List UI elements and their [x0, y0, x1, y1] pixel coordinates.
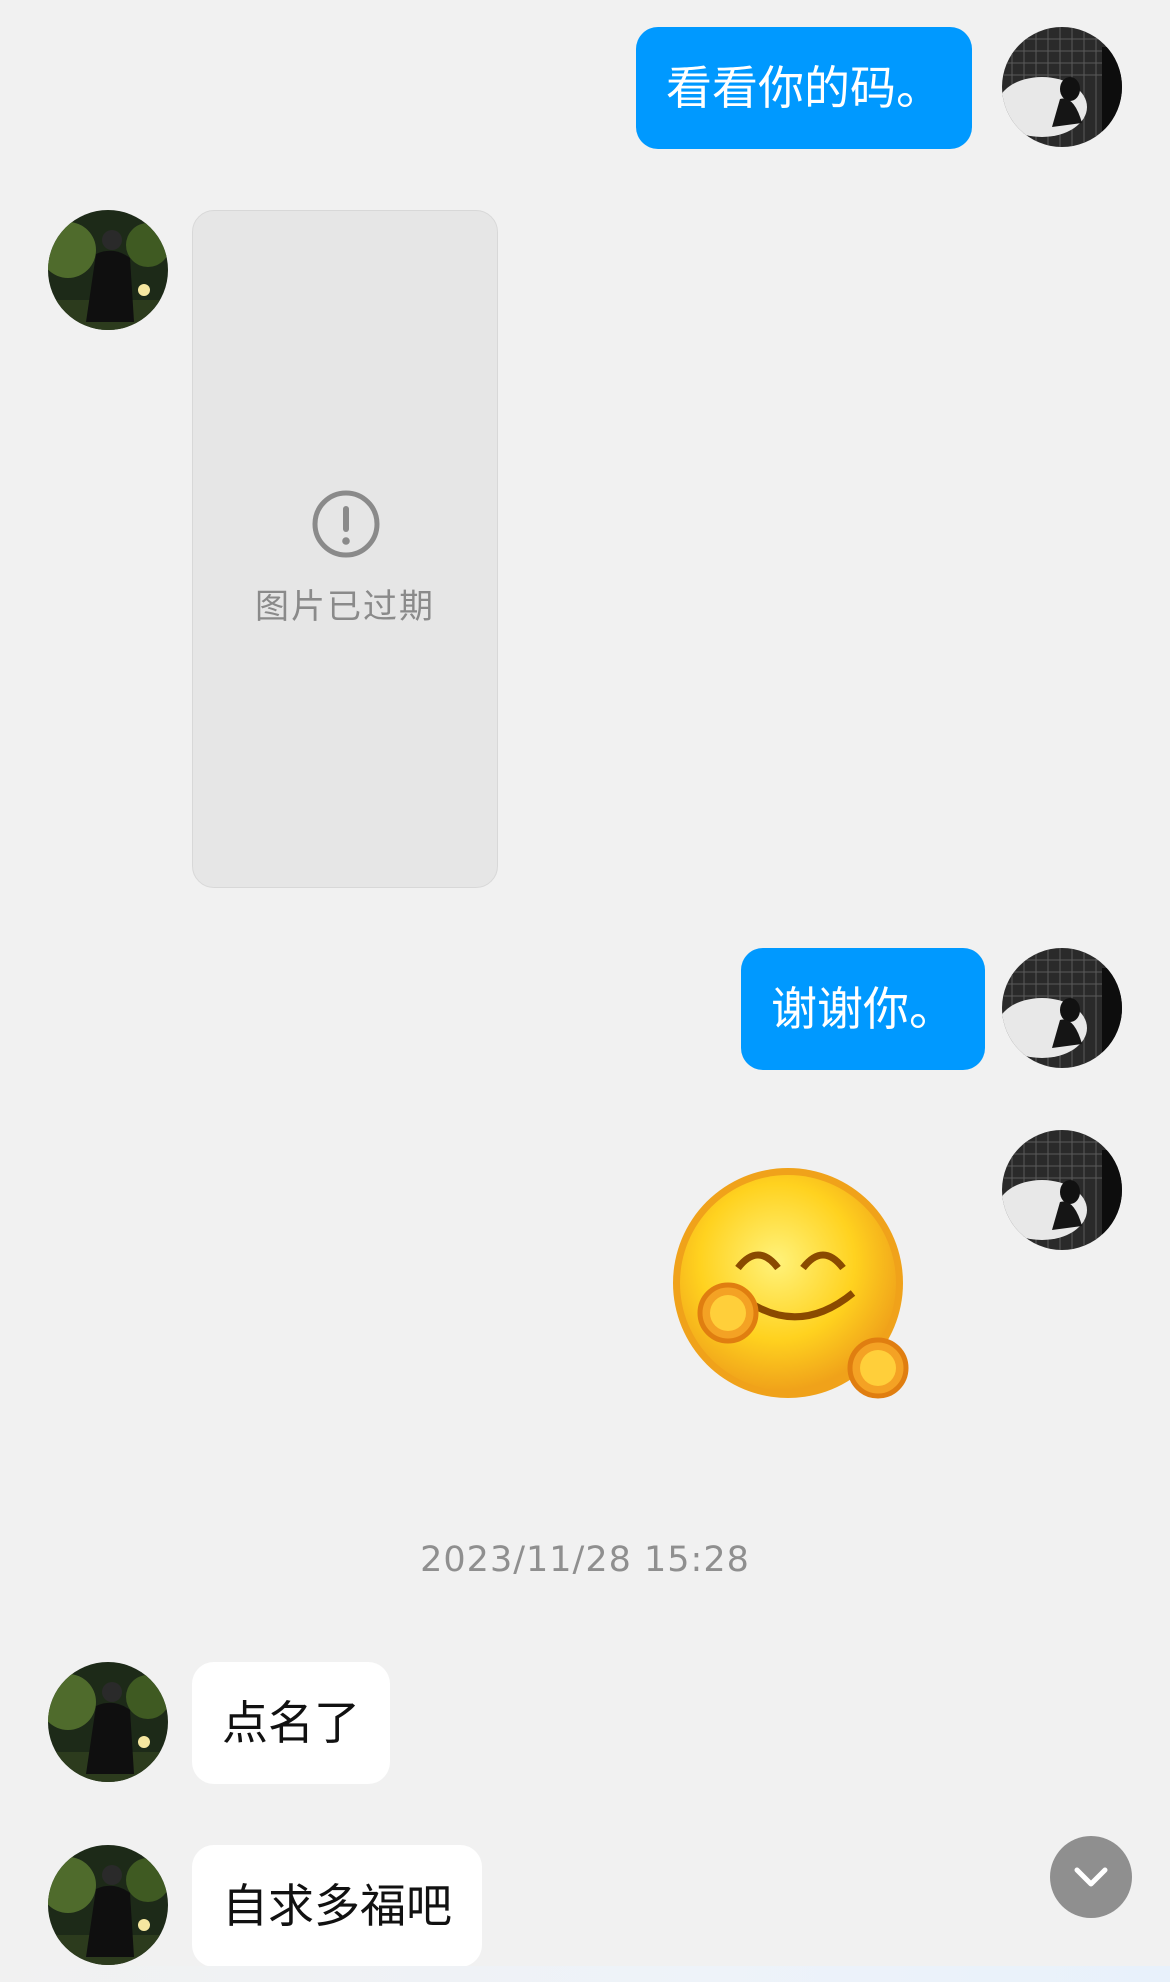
chevron-down-icon	[1074, 1867, 1108, 1887]
expired-label: 图片已过期	[255, 587, 435, 627]
self-avatar[interactable]	[1002, 1130, 1122, 1250]
expired-image-placeholder[interactable]: 图片已过期	[192, 210, 498, 888]
bottom-edge	[0, 1966, 1170, 1982]
self-avatar[interactable]	[1002, 27, 1122, 147]
message-bubble-incoming[interactable]: 自求多福吧	[192, 1845, 482, 1967]
message-bubble-outgoing[interactable]: 谢谢你。	[741, 948, 985, 1070]
self-avatar[interactable]	[1002, 948, 1122, 1068]
message-timestamp: 2023/11/28 15:28	[420, 1540, 750, 1580]
alert-circle-icon	[312, 490, 380, 558]
message-bubble-outgoing[interactable]: 看看你的码。	[636, 27, 972, 149]
contact-avatar[interactable]	[48, 1845, 168, 1965]
scroll-to-bottom-button[interactable]	[1050, 1836, 1132, 1918]
contact-avatar[interactable]	[48, 210, 168, 330]
contact-avatar[interactable]	[48, 1662, 168, 1782]
smiling-blush-emoji[interactable]	[668, 1158, 918, 1408]
message-bubble-incoming[interactable]: 点名了	[192, 1662, 390, 1784]
